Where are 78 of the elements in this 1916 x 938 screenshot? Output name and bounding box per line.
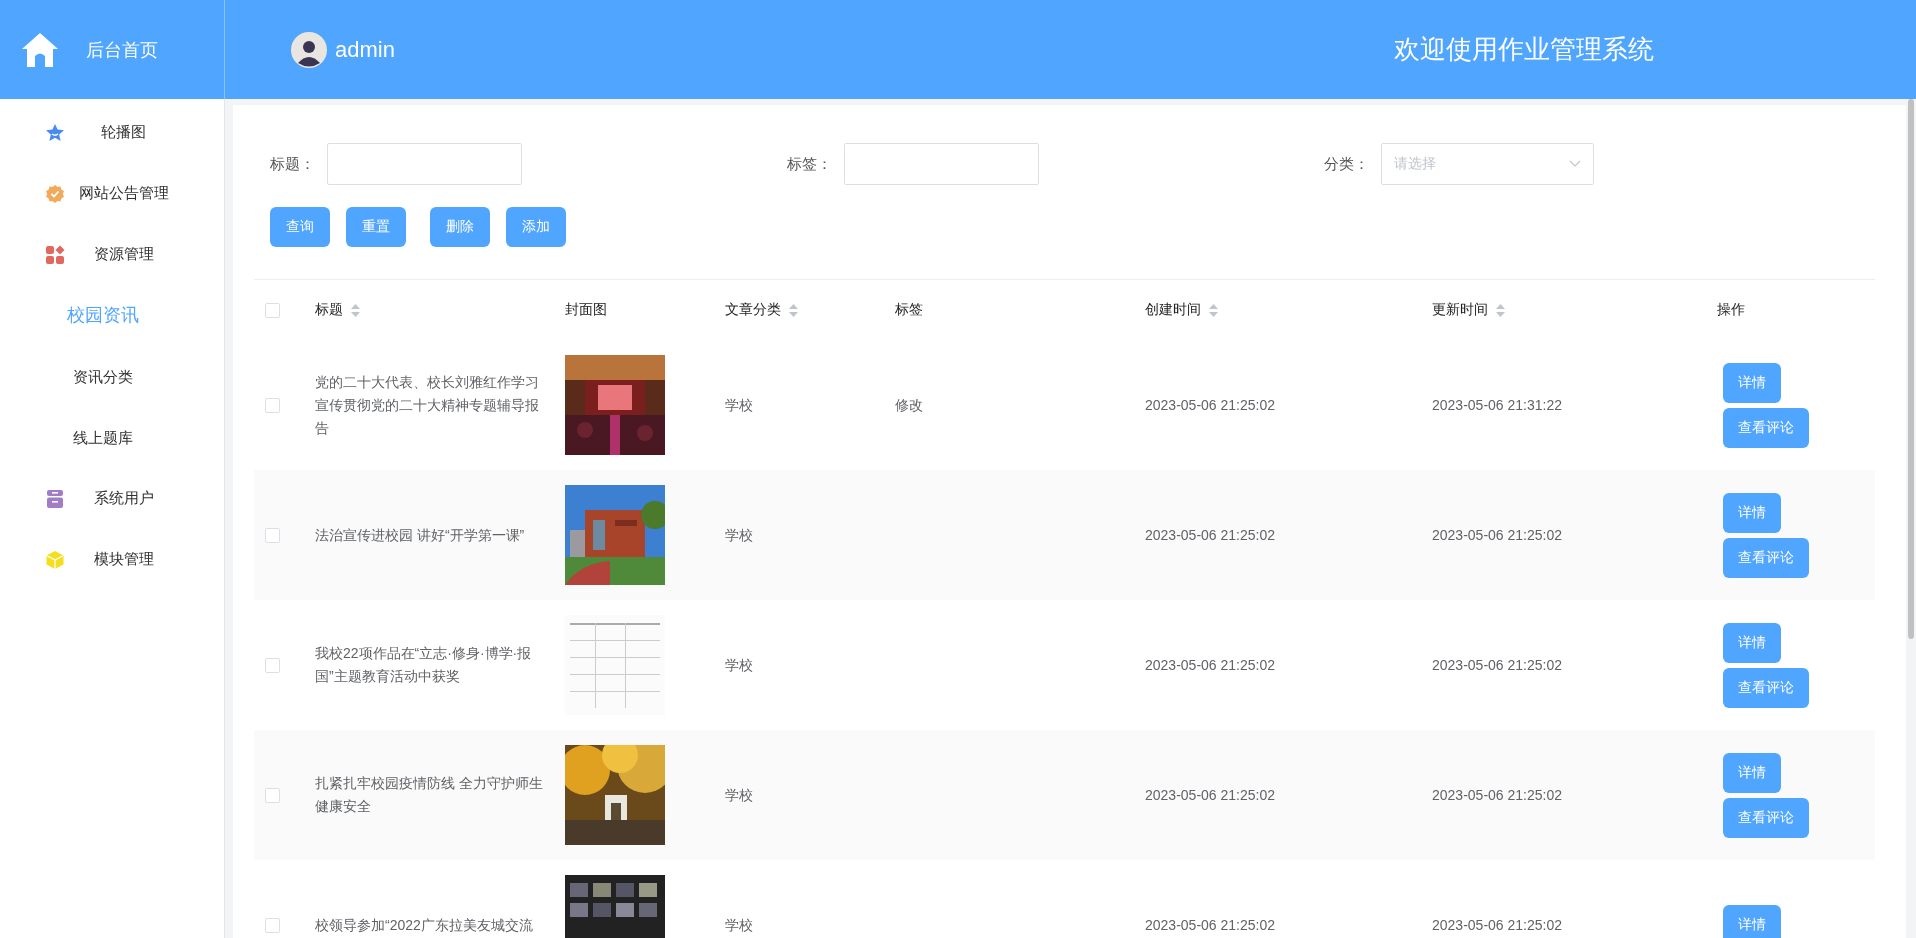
app-title: 欢迎使用作业管理系统 xyxy=(1394,33,1654,66)
row-action-button[interactable]: 查看评论 xyxy=(1723,667,1809,708)
checkbox[interactable] xyxy=(265,397,280,413)
scrollbar-thumb[interactable] xyxy=(1908,99,1914,639)
input-field[interactable] xyxy=(844,143,1039,185)
menu-item[interactable]: 系统用户 xyxy=(0,468,224,529)
category-text: 学校 xyxy=(725,395,753,415)
sort-icon xyxy=(1209,303,1218,317)
action-button[interactable]: 查询 xyxy=(270,207,330,247)
menu-item[interactable]: 轮播图 xyxy=(0,102,224,163)
avatar-icon xyxy=(291,31,327,68)
tag-text: 修改 xyxy=(895,395,923,415)
filter-label: 分类： xyxy=(1324,154,1369,174)
checkbox[interactable] xyxy=(265,527,280,543)
submenu-item[interactable]: 线上题库 xyxy=(0,407,224,468)
article-title: 我校22项作品在“立志·修身·博学·报国”主题教育活动中获奖 xyxy=(315,644,533,686)
row-action-button[interactable]: 详情 xyxy=(1723,622,1781,663)
date-text: 2023-05-06 21:31:22 xyxy=(1432,395,1562,415)
column-header[interactable]: 创建时间 xyxy=(1145,301,1201,319)
date-text: 2023-05-06 21:25:02 xyxy=(1432,785,1562,805)
menu-item[interactable]: 模块管理 xyxy=(0,529,224,590)
date-text: 2023-05-06 21:25:02 xyxy=(1145,395,1275,415)
star-icon xyxy=(45,122,65,143)
filter-label: 标题： xyxy=(270,154,315,174)
sort-icon xyxy=(1496,303,1505,317)
article-title: 党的二十大代表、校长刘雅红作学习宣传贯彻党的二十大精神专题辅导报告 xyxy=(315,372,540,438)
sort-icon xyxy=(351,303,360,317)
menu-item[interactable]: 网站公告管理 xyxy=(0,163,224,224)
checkbox[interactable] xyxy=(265,302,280,318)
filter-label: 标签： xyxy=(787,154,832,174)
submenu-item[interactable]: 资讯分类 xyxy=(0,346,224,407)
action-button[interactable]: 添加 xyxy=(506,207,566,247)
date-text: 2023-05-06 21:25:02 xyxy=(1432,915,1562,935)
menu-item[interactable]: 资源管理 xyxy=(0,224,224,285)
checkbox[interactable] xyxy=(265,917,280,933)
archive-icon xyxy=(45,488,65,509)
scrollbar[interactable] xyxy=(1906,99,1916,938)
article-title: 校领导参加“2022广东拉美友城交流 xyxy=(315,915,534,935)
cube-icon xyxy=(45,549,65,570)
submenu-item[interactable]: 校园资讯 xyxy=(0,285,224,346)
category-text: 学校 xyxy=(725,785,753,805)
date-text: 2023-05-06 21:25:02 xyxy=(1145,525,1275,545)
row-action-button[interactable]: 查看评论 xyxy=(1723,797,1809,838)
action-button[interactable]: 删除 xyxy=(430,207,490,247)
sort-icon xyxy=(789,303,798,317)
action-button[interactable]: 重置 xyxy=(346,207,406,247)
column-header: 标签 xyxy=(895,301,923,319)
row-action-button[interactable]: 查看评论 xyxy=(1723,407,1809,448)
date-text: 2023-05-06 21:25:02 xyxy=(1432,525,1562,545)
date-text: 2023-05-06 21:25:02 xyxy=(1145,915,1275,935)
row-action-button[interactable]: 详情 xyxy=(1723,362,1781,403)
date-text: 2023-05-06 21:25:02 xyxy=(1145,785,1275,805)
badge-icon xyxy=(45,183,65,204)
select-field[interactable]: 请选择 xyxy=(1381,143,1594,185)
category-text: 学校 xyxy=(725,655,753,675)
checkbox[interactable] xyxy=(265,657,280,673)
row-action-button[interactable]: 详情 xyxy=(1723,905,1781,938)
column-header: 封面图 xyxy=(565,301,607,319)
category-text: 学校 xyxy=(725,525,753,545)
user-name[interactable]: admin xyxy=(335,36,395,63)
category-text: 学校 xyxy=(725,915,753,935)
column-header[interactable]: 标题 xyxy=(315,301,343,319)
row-action-button[interactable]: 详情 xyxy=(1723,492,1781,533)
grid-icon xyxy=(45,244,65,265)
article-title: 扎紧扎牢校园疫情防线 全力守护师生健康安全 xyxy=(315,774,544,816)
date-text: 2023-05-06 21:25:02 xyxy=(1432,655,1562,675)
date-text: 2023-05-06 21:25:02 xyxy=(1145,655,1275,675)
checkbox[interactable] xyxy=(265,787,280,803)
column-header: 操作 xyxy=(1717,301,1745,319)
home-icon xyxy=(20,30,60,69)
input-field[interactable] xyxy=(327,143,522,185)
column-header[interactable]: 文章分类 xyxy=(725,301,781,319)
row-action-button[interactable]: 详情 xyxy=(1723,752,1781,793)
row-action-button[interactable]: 查看评论 xyxy=(1723,537,1809,578)
chevron-down-icon xyxy=(1569,160,1581,168)
brand-title[interactable]: 后台首页 xyxy=(86,37,158,62)
article-title: 法治宣传进校园 讲好“开学第一课” xyxy=(315,525,526,545)
column-header[interactable]: 更新时间 xyxy=(1432,301,1488,319)
